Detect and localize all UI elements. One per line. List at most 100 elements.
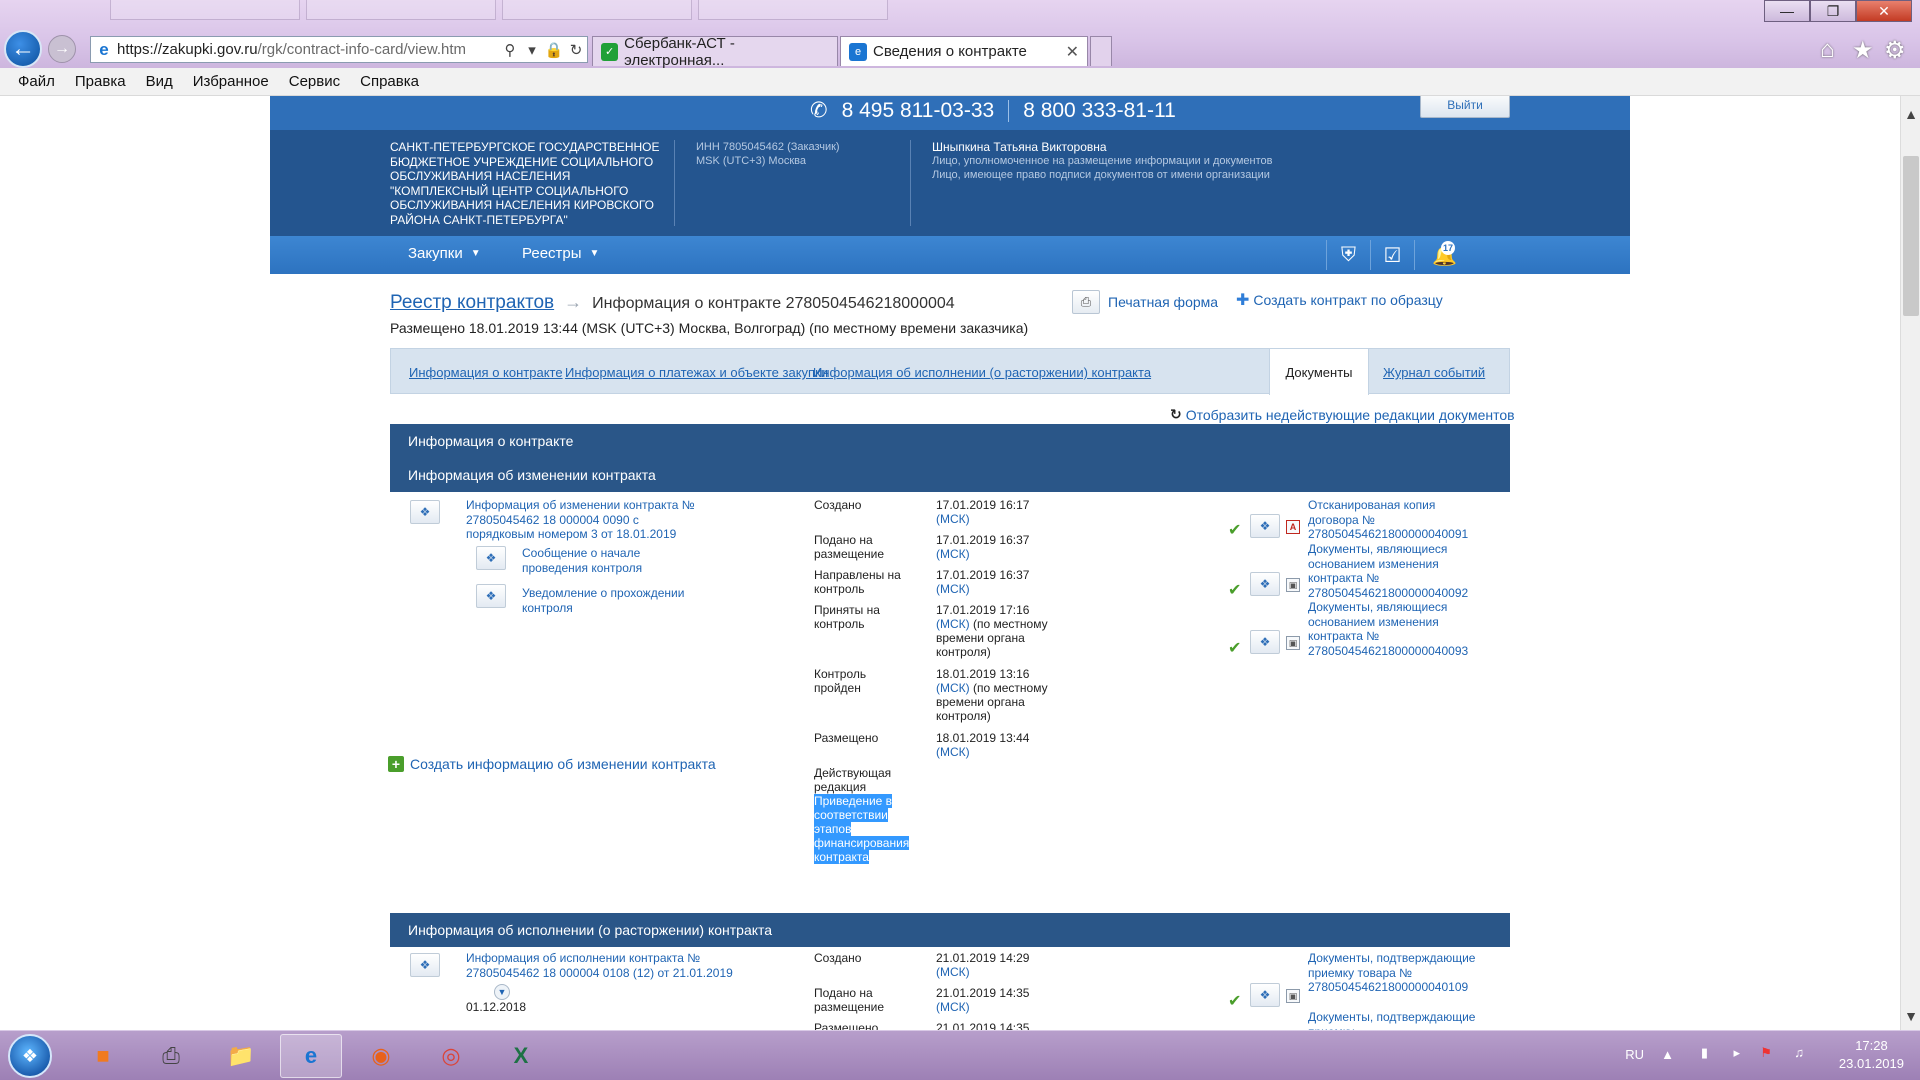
certificate-icon[interactable]: ❖ (1250, 983, 1280, 1007)
right-doc-link[interactable]: Документы, подтверждающие приемку товара… (1308, 951, 1478, 995)
control-passed-notice-link[interactable]: Уведомление о прохождении контроля (522, 586, 702, 615)
tab-execution[interactable]: Информация об исполнении (о расторжении)… (813, 365, 1151, 380)
flag-icon[interactable]: ⚑ (1760, 1045, 1772, 1061)
firefox-icon[interactable]: ◉ (350, 1034, 412, 1078)
image-file-icon: ▣ (1286, 989, 1300, 1003)
right-doc-link[interactable]: Документы, являющиеся основанием изменен… (1308, 542, 1478, 600)
tab-payments[interactable]: Информация о платежах и объекте закупки (565, 365, 828, 380)
maximize-button[interactable]: ❐ (1810, 0, 1856, 22)
shield-icon[interactable]: ⛨ (1326, 240, 1370, 270)
certificate-icon[interactable]: ❖ (1250, 514, 1280, 538)
scroll-down-icon[interactable]: ▼ (1901, 1008, 1920, 1024)
excel-icon[interactable]: X (490, 1034, 552, 1078)
show-inactive-link[interactable]: ↻ Отобразить недействующие редакции доку… (1170, 406, 1515, 423)
breadcrumb: Реестр контрактов → Информация о контрак… (390, 292, 955, 314)
certificate-icon[interactable]: ❖ (1250, 572, 1280, 596)
control-start-message-link[interactable]: Сообщение о начале проведения контроля (522, 546, 702, 575)
status-value: 17.01.2019 17:16 (МСК) (по местному време… (936, 603, 1048, 659)
status-value: 17.01.2019 16:37 (МСК) (936, 533, 1030, 561)
certificate-icon[interactable]: ❖ (476, 546, 506, 570)
certificate-icon[interactable]: ❖ (410, 500, 440, 524)
exec-doc-link[interactable]: Информация об исполнении контракта № 278… (466, 951, 746, 980)
address-text[interactable]: https://zakupki.gov.ru/rgk/contract-info… (117, 41, 499, 58)
certificate-icon[interactable]: ❖ (1250, 630, 1280, 654)
scroll-up-icon[interactable]: ▲ (1901, 106, 1920, 122)
phone-2: 8 800 333-81-11 (1023, 98, 1176, 122)
language-indicator[interactable]: RU (1625, 1047, 1644, 1062)
menu-file[interactable]: Файл (8, 73, 65, 90)
nav-purchases[interactable]: Закупки ▼ (408, 245, 481, 262)
address-bar[interactable]: e https://zakupki.gov.ru/rgk/contract-in… (90, 36, 588, 63)
internet-explorer-icon[interactable]: e (280, 1034, 342, 1078)
right-doc-link[interactable]: Документы, являющиеся основанием изменен… (1308, 600, 1478, 658)
signal-icon[interactable]: ▮ (1701, 1045, 1708, 1061)
notifications-bell-icon[interactable]: 🔔 17 (1414, 240, 1474, 270)
section-execution[interactable]: Информация об исполнении (о расторжении)… (390, 913, 1510, 947)
close-window-button[interactable]: ✕ (1856, 0, 1912, 22)
check-icon: ✔ (1228, 522, 1242, 539)
content-tabs: Информация о контракте Информация о плат… (390, 348, 1510, 395)
printer-app-icon[interactable]: ⎙ (140, 1034, 202, 1078)
volume-icon[interactable]: ♫ (1794, 1045, 1804, 1060)
vertical-scrollbar[interactable]: ▲ ▼ (1900, 96, 1920, 1030)
folder-icon[interactable]: 📁 (210, 1034, 272, 1078)
section-contract-change[interactable]: Информация об изменении контракта (390, 458, 1510, 492)
certificate-icon[interactable]: ❖ (476, 584, 506, 608)
current-edition-value[interactable]: Приведение в соответствии этапов финанси… (814, 794, 910, 864)
new-tab-button[interactable] (1090, 36, 1112, 66)
taskbar: ❖ ■ ⎙ 📁 e ◉ ◎ X RU ▲ ▮ ▸ ⚑ ♫ 17:28 23.01… (0, 1030, 1920, 1080)
dropdown-icon[interactable]: ▾ (521, 41, 543, 59)
right-doc-link[interactable]: Документы, подтверждающие приемку (1308, 1010, 1478, 1030)
breadcrumb-registry-link[interactable]: Реестр контрактов (390, 292, 554, 314)
settings-gear-icon[interactable]: ⚙ (1884, 36, 1906, 65)
section-contract-info[interactable]: Информация о контракте (390, 424, 1510, 458)
tab-sberbank-ast[interactable]: ✓ Сбербанк-АСТ - электронная... (592, 35, 838, 69)
close-tab-icon[interactable]: ✕ (1066, 42, 1079, 62)
expand-icon[interactable]: ▼ (494, 984, 510, 1000)
clock[interactable]: 17:28 23.01.2019 (1839, 1037, 1904, 1073)
tab-contract-info[interactable]: e Сведения о контракте ✕ (840, 36, 1088, 66)
organization-info: САНКТ-ПЕТЕРБУРГСКОЕ ГОСУДАРСТВЕННОЕ БЮДЖ… (270, 130, 1630, 236)
chrome-icon[interactable]: ◎ (420, 1034, 482, 1078)
favorites-star-icon[interactable]: ★ (1852, 36, 1874, 65)
lock-icon[interactable]: 🔒 (543, 41, 565, 59)
create-change-link[interactable]: + Создать информацию об изменении контра… (388, 756, 716, 772)
calendar-check-icon[interactable]: ☑ (1370, 240, 1414, 270)
right-doc-link[interactable]: Отсканированая копия договора № 27805045… (1308, 498, 1478, 542)
organization-inn: ИНН 7805045462 (Заказчик) MSK (UTC+3) Мо… (696, 141, 840, 167)
change-doc-link[interactable]: Информация об изменении контракта № 2780… (466, 498, 696, 542)
menu-view[interactable]: Вид (136, 73, 183, 90)
printer-icon: ⎙ (1072, 290, 1100, 314)
menu-edit[interactable]: Правка (65, 73, 136, 90)
image-file-icon: ▣ (1286, 578, 1300, 592)
pdf-file-icon: A (1286, 520, 1300, 534)
minimize-button[interactable]: — (1764, 0, 1810, 22)
current-edition-label: Действующая редакция (814, 766, 892, 794)
tab-contract-info[interactable]: Информация о контракте (409, 365, 563, 380)
ie-page-icon: e (99, 39, 109, 59)
exit-button[interactable]: Выйти (1420, 96, 1510, 118)
refresh-icon[interactable]: ↻ (565, 41, 587, 59)
search-icon[interactable]: ⚲ (499, 41, 521, 59)
start-button[interactable]: ❖ (8, 1034, 52, 1078)
home-icon[interactable]: ⌂ (1820, 36, 1835, 64)
print-form-link[interactable]: ⎙ Печатная форма (1072, 290, 1218, 314)
page-title: Информация о контракте 27805045462180000… (592, 295, 955, 312)
nav-registries[interactable]: Реестры ▼ (522, 245, 599, 262)
forward-button[interactable]: → (48, 35, 76, 63)
tray-expand-icon[interactable]: ▲ (1661, 1047, 1674, 1062)
menu-favorites[interactable]: Избранное (183, 73, 279, 90)
image-file-icon: ▣ (1286, 636, 1300, 650)
status-label: Контроль пройден (814, 667, 867, 695)
menu-help[interactable]: Справка (350, 73, 429, 90)
caret-down-icon: ▼ (470, 248, 481, 259)
tab-documents[interactable]: Документы (1269, 348, 1369, 395)
back-button[interactable]: ← (4, 30, 42, 68)
scroll-thumb[interactable] (1903, 156, 1919, 316)
app-launcher-icon[interactable]: ■ (72, 1034, 134, 1078)
network-icon[interactable]: ▸ (1733, 1045, 1740, 1061)
create-from-template-link[interactable]: ✚ Создать контракт по образцу (1236, 290, 1443, 310)
certificate-icon[interactable]: ❖ (410, 953, 440, 977)
tab-event-log[interactable]: Журнал событий (1383, 365, 1485, 380)
menu-tools[interactable]: Сервис (279, 73, 350, 90)
